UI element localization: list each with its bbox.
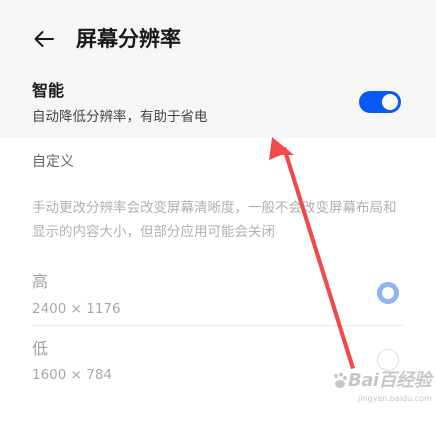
paw-icon bbox=[334, 372, 347, 388]
watermark-logo: Bai百经验 jingyan.baidu.com bbox=[332, 368, 432, 412]
option-high-value: 2400 × 1176 bbox=[32, 301, 121, 317]
page-title: 屏幕分辨率 bbox=[76, 27, 181, 51]
watermark-text: Bai百经验 bbox=[348, 370, 432, 391]
smart-resolution-row[interactable]: 智能 自动降低分辨率，有助于省电 bbox=[0, 78, 436, 138]
toggle-knob bbox=[382, 94, 398, 110]
app-header: 屏幕分辨率 bbox=[0, 0, 436, 78]
smart-toggle[interactable] bbox=[359, 91, 401, 113]
annotation-arrow-shaft bbox=[282, 147, 355, 369]
smart-title: 智能 bbox=[32, 81, 65, 100]
arrow-left-icon bbox=[34, 31, 54, 47]
option-high-radio[interactable] bbox=[377, 282, 399, 304]
option-low-label[interactable]: 低 bbox=[32, 338, 48, 360]
section-label-custom: 自定义 bbox=[32, 154, 74, 170]
back-button[interactable] bbox=[28, 24, 60, 54]
option-high-label[interactable]: 高 bbox=[32, 271, 48, 293]
smart-description: 自动降低分辨率，有助于省电 bbox=[32, 109, 208, 125]
option-low-value: 1600 × 784 bbox=[32, 367, 113, 383]
watermark-sub: jingyan.baidu.com bbox=[358, 394, 432, 403]
option-divider bbox=[32, 325, 404, 326]
annotation-arrow-head bbox=[269, 137, 294, 160]
custom-description: 手动更改分辨率会改变屏幕清晰度，一般不会改变屏幕布局和显示的内容大小，但部分应用… bbox=[32, 200, 397, 240]
